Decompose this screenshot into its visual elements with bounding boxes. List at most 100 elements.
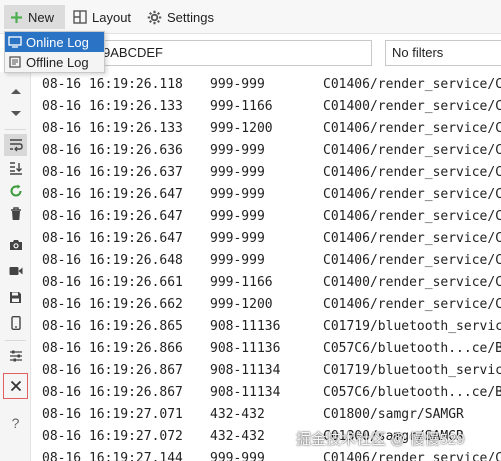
clear-log-button[interactable] <box>4 203 27 225</box>
log-row[interactable]: 08-16 16:19:26.637 999-999 C01406/render_s… <box>32 162 501 184</box>
log-tag: C01406/render_service/C <box>323 143 501 158</box>
log-row[interactable]: 08-16 16:19:26.662 999-1200 C01406/render_… <box>32 294 501 316</box>
side-toolbar: ? <box>0 72 31 461</box>
log-tag: C01800/samgr/SAMGR <box>323 407 464 422</box>
log-pid-tid: 999-999 <box>210 253 265 268</box>
log-pid-tid: 908-11134 <box>210 385 281 400</box>
log-row[interactable]: 08-16 16:19:26.867 908-11134 C057C6/blueto… <box>32 382 501 404</box>
log-row[interactable]: 08-16 16:19:26.648 999-999 C01406/render_s… <box>32 250 501 272</box>
log-pid-tid: 999-999 <box>210 77 265 92</box>
scroll-up-button[interactable] <box>4 80 27 102</box>
log-tag: C01400/render_service/C <box>323 275 501 290</box>
log-time: 08-16 16:19:26.648 <box>42 253 183 268</box>
log-row[interactable]: 08-16 16:19:26.867 908-11134 C01719/blueto… <box>32 360 501 382</box>
log-time: 08-16 16:19:26.865 <box>42 319 183 334</box>
log-row[interactable]: 08-16 16:19:26.636 999-999 C01406/render_s… <box>32 140 501 162</box>
layout-button[interactable]: Layout <box>73 5 131 29</box>
log-row[interactable]: 08-16 16:19:26.647 999-999 C01406/render_s… <box>32 184 501 206</box>
scroll-to-end-button[interactable] <box>4 157 27 179</box>
log-time: 08-16 16:19:27.144 <box>42 451 183 461</box>
new-button-label: New <box>28 9 55 25</box>
log-row[interactable]: 08-16 16:19:26.661 999-1166 C01400/render_… <box>32 272 501 294</box>
log-tag: C01400/render_service/C <box>323 99 501 114</box>
menu-item-offline-log[interactable]: Offline Log <box>5 52 104 72</box>
camera-icon <box>9 240 22 250</box>
log-pid-tid: 432-432 <box>210 429 265 444</box>
log-time: 08-16 16:19:26.647 <box>42 231 183 246</box>
log-pid-tid: 999-1200 <box>210 121 273 136</box>
wrap-lines-icon <box>9 139 23 152</box>
layout-button-label: Layout <box>92 9 132 25</box>
log-time: 08-16 16:19:26.867 <box>42 363 183 378</box>
log-tag: C057C6/bluetooth...ce/B <box>323 341 501 356</box>
online-log-icon <box>8 36 22 48</box>
log-pid-tid: 908-11134 <box>210 363 281 378</box>
log-time: 08-16 16:19:26.662 <box>42 297 183 312</box>
filter-settings-button[interactable] <box>4 345 27 367</box>
log-tag: C01406/render_service/C <box>323 77 501 92</box>
save-button[interactable] <box>4 286 27 308</box>
log-tag: C01406/render_service/C <box>323 209 501 224</box>
device-selector[interactable]: 9ABCDEF <box>100 40 372 66</box>
layout-icon <box>73 10 87 24</box>
log-row[interactable]: 08-16 16:19:26.647 999-999 C01406/render_s… <box>32 228 501 250</box>
log-row[interactable]: 08-16 16:19:26.866 908-11136 C057C6/blueto… <box>32 338 501 360</box>
help-button[interactable]: ? <box>4 412 27 434</box>
log-view[interactable]: 08-16 16:19:26.118 999-999 C01406/render_s… <box>32 72 501 461</box>
plus-icon <box>11 11 22 23</box>
log-time: 08-16 16:19:27.071 <box>42 407 183 422</box>
gear-icon <box>147 10 162 24</box>
save-icon <box>10 291 21 303</box>
log-tag: C01406/render_service/C <box>323 297 501 312</box>
log-time: 08-16 16:19:26.637 <box>42 165 183 180</box>
log-tag: C01406/render_service/C <box>323 121 501 136</box>
scroll-up-icon <box>10 89 21 94</box>
log-row[interactable]: 08-16 16:19:26.865 908-11136 C01719/blueto… <box>32 316 501 338</box>
device-button[interactable] <box>4 312 27 334</box>
log-pid-tid: 999-1166 <box>210 99 273 114</box>
log-tag: C057C6/bluetooth...ce/B <box>323 385 501 400</box>
scroll-to-end-icon <box>9 162 22 175</box>
close-button[interactable] <box>3 373 28 399</box>
log-pid-tid: 999-1166 <box>210 275 273 290</box>
log-pid-tid: 908-11136 <box>210 341 281 356</box>
log-pid-tid: 999-999 <box>210 451 265 461</box>
log-row[interactable]: 08-16 16:19:26.647 999-999 C01406/render_s… <box>32 206 501 228</box>
log-pid-tid: 999-999 <box>210 187 265 202</box>
video-camera-icon <box>9 267 22 275</box>
sliders-icon <box>9 350 22 362</box>
log-time: 08-16 16:19:26.647 <box>42 209 183 224</box>
scroll-down-button[interactable] <box>4 103 27 125</box>
scroll-down-icon <box>10 111 21 116</box>
log-row[interactable]: 08-16 16:19:26.118 999-999 C01406/render_s… <box>32 74 501 96</box>
restart-icon <box>10 184 21 197</box>
close-icon <box>10 380 21 392</box>
log-row[interactable]: 08-16 16:19:26.133 999-1166 C01400/render_… <box>32 96 501 118</box>
restart-button[interactable] <box>4 180 27 202</box>
help-icon: ? <box>11 415 20 431</box>
log-pid-tid: 999-1200 <box>210 297 273 312</box>
settings-button[interactable]: Settings <box>147 5 214 29</box>
menu-item-label: Online Log <box>26 34 89 50</box>
menubar: New Layout Settings <box>0 0 501 34</box>
log-pid-tid: 432-432 <box>210 407 265 422</box>
log-time: 08-16 16:19:26.866 <box>42 341 183 356</box>
new-button[interactable]: New <box>4 5 65 29</box>
wrap-lines-button[interactable] <box>4 134 27 156</box>
watermark: 掘金技术社区 @ 慢慢529 <box>296 431 465 448</box>
log-row[interactable]: 08-16 16:19:27.071 432-432 C01800/samgr/SA… <box>32 404 501 426</box>
log-pid-tid: 908-11136 <box>210 319 281 334</box>
log-tag: C01406/render_service/C <box>323 253 501 268</box>
menu-item-label: Offline Log <box>26 54 89 70</box>
log-row[interactable]: 08-16 16:19:26.133 999-1200 C01406/render_… <box>32 118 501 140</box>
log-tag: C01406/render_service/C <box>323 165 501 180</box>
log-time: 08-16 16:19:27.072 <box>42 429 183 444</box>
record-button[interactable] <box>4 260 27 282</box>
screenshot-button[interactable] <box>4 234 27 256</box>
menu-item-online-log[interactable]: Online Log <box>5 32 104 52</box>
filter-selector[interactable]: No filters <box>385 40 501 66</box>
log-pid-tid: 999-999 <box>210 143 265 158</box>
log-tag: C01719/bluetooth_servic <box>323 363 501 378</box>
log-tag: C01406/render_service/C <box>323 451 501 461</box>
log-row[interactable]: 08-16 16:19:27.144 999-999 C01406/render_s… <box>32 448 501 461</box>
